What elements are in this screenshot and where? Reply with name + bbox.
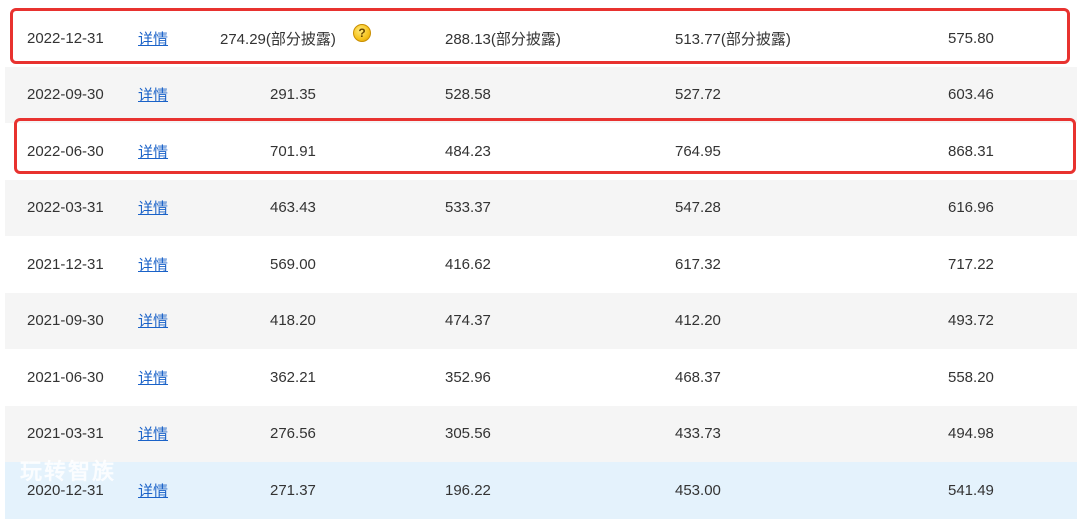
row-date: 2022-03-31	[27, 199, 104, 217]
financial-data-table: 2022-12-31 详情 274.29(部分披露) ? 288.13(部分披露…	[5, 10, 1077, 519]
value-col-3: 764.95	[675, 142, 721, 160]
details-link[interactable]: 详情	[138, 84, 168, 105]
row-date: 2022-06-30	[27, 142, 104, 160]
value-col-3: 433.73	[675, 425, 721, 443]
value-col-2: 533.37	[445, 199, 491, 217]
details-link[interactable]: 详情	[138, 480, 168, 501]
value-col-2: 416.62	[445, 255, 491, 273]
value-col-3: 453.00	[675, 481, 721, 499]
row-date: 2021-03-31	[27, 425, 104, 443]
value-col-3: 527.72	[675, 86, 721, 104]
question-help-icon[interactable]: ?	[353, 24, 371, 42]
value-col-3: 468.37	[675, 368, 721, 386]
row-date: 2021-09-30	[27, 312, 104, 330]
row-date: 2022-12-31	[27, 29, 104, 47]
value-col-1: 701.91	[270, 142, 316, 160]
value-col-4: 494.98	[948, 425, 994, 443]
value-col-1: 569.00	[270, 255, 316, 273]
value-col-1: 463.43	[270, 199, 316, 217]
table-row-2022-03-31: 2022-03-31 详情 463.43 533.37 547.28 616.9…	[5, 179, 1077, 236]
value-col-2: 305.56	[445, 425, 491, 443]
table-row-2021-09-30: 2021-09-30 详情 418.20 474.37 412.20 493.7…	[5, 292, 1077, 349]
value-col-1: 291.35	[270, 86, 316, 104]
value-col-3: 513.77(部分披露)	[675, 30, 791, 48]
value-col-1: 362.21	[270, 368, 316, 386]
value-col-3: 412.20	[675, 312, 721, 330]
value-col-2: 352.96	[445, 368, 491, 386]
value-col-4: 558.20	[948, 368, 994, 386]
value-col-4: 575.80	[948, 29, 994, 47]
row-date: 2022-09-30	[27, 86, 104, 104]
value-col-2: 484.23	[445, 142, 491, 160]
details-link[interactable]: 详情	[138, 254, 168, 275]
value-col-4: 541.49	[948, 481, 994, 499]
value-col-1: 276.56	[270, 425, 316, 443]
details-link[interactable]: 详情	[138, 197, 168, 218]
value-col-2: 196.22	[445, 481, 491, 499]
value-col-2: 474.37	[445, 312, 491, 330]
table-row-2021-06-30: 2021-06-30 详情 362.21 352.96 468.37 558.2…	[5, 349, 1077, 406]
details-link[interactable]: 详情	[138, 423, 168, 444]
table-row-2022-09-30: 2022-09-30 详情 291.35 528.58 527.72 603.4…	[5, 66, 1077, 123]
value-col-4: 603.46	[948, 86, 994, 104]
table-row-2021-03-31: 2021-03-31 详情 276.56 305.56 433.73 494.9…	[5, 405, 1077, 462]
value-col-4: 493.72	[948, 312, 994, 330]
table-row-2020-12-31[interactable]: 2020-12-31 详情 271.37 196.22 453.00 541.4…	[5, 462, 1077, 519]
value-col-2: 288.13(部分披露)	[445, 30, 561, 48]
row-date: 2021-06-30	[27, 368, 104, 386]
value-col-4: 868.31	[948, 142, 994, 160]
value-col-1: 271.37	[270, 481, 316, 499]
value-col-1: 274.29(部分披露)	[220, 30, 336, 48]
watermark-text: 玩转智族	[20, 459, 117, 484]
details-link[interactable]: 详情	[138, 141, 168, 162]
value-col-2: 528.58	[445, 86, 491, 104]
row-date: 2021-12-31	[27, 255, 104, 273]
value-col-4: 717.22	[948, 255, 994, 273]
table-row-2022-06-30: 2022-06-30 详情 701.91 484.23 764.95 868.3…	[5, 123, 1077, 180]
details-link[interactable]: 详情	[138, 310, 168, 331]
details-link[interactable]: 详情	[138, 367, 168, 388]
value-col-4: 616.96	[948, 199, 994, 217]
table-row-2022-12-31: 2022-12-31 详情 274.29(部分披露) ? 288.13(部分披露…	[5, 10, 1077, 67]
value-col-3: 547.28	[675, 199, 721, 217]
value-col-1: 418.20	[270, 312, 316, 330]
value-col-3: 617.32	[675, 255, 721, 273]
details-link[interactable]: 详情	[138, 28, 168, 49]
table-row-2021-12-31: 2021-12-31 详情 569.00 416.62 617.32 717.2…	[5, 236, 1077, 293]
